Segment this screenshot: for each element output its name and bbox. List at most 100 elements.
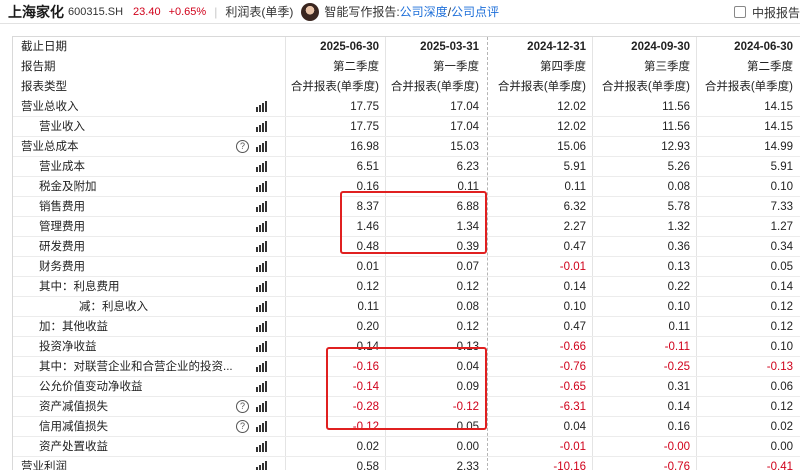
interim-report-toggle[interactable]: 中报报告 <box>733 0 800 24</box>
bar-chart-icon[interactable] <box>255 121 267 133</box>
value-cell: 5.26 <box>667 161 690 173</box>
value-cell: 0.12 <box>456 321 479 333</box>
table-row[interactable]: 资产处置收益 0.02 0.00 -0.01 -0.00 0.00 <box>13 437 800 457</box>
value-cell: 11.56 <box>662 101 690 113</box>
value-cell: 0.10 <box>770 341 793 353</box>
ai-avatar-icon <box>301 2 320 21</box>
header-label: 截止日期 <box>21 41 67 53</box>
value-cell: -0.65 <box>559 381 586 393</box>
bar-chart-icon[interactable] <box>255 261 267 273</box>
row-label: 销售费用 <box>39 201 85 213</box>
value-cell: 0.34 <box>770 241 793 253</box>
row-label: 税金及附加 <box>39 181 97 193</box>
highlight-box-expenses <box>340 191 487 254</box>
stock-code: 600315.SH <box>68 5 124 18</box>
review-report-link[interactable]: 公司点评 <box>451 3 499 20</box>
header-cell: 第二季度 <box>747 61 793 73</box>
table-row[interactable]: 财务费用 0.01 0.07 -0.01 0.13 0.05 <box>13 257 800 277</box>
header-row: 报表类型 合并报表(单季度) 合并报表(单季度) 合并报表(单季度) 合并报表(单季度)… <box>13 77 800 97</box>
bar-chart-icon[interactable] <box>255 101 267 113</box>
row-label: 财务费用 <box>39 261 85 273</box>
value-cell: 0.06 <box>770 381 793 393</box>
value-cell: 0.02 <box>770 421 793 433</box>
bar-chart-icon[interactable] <box>255 461 267 470</box>
value-cell: -6.31 <box>559 401 586 413</box>
value-cell: 0.12 <box>356 281 379 293</box>
value-cell: -0.00 <box>663 441 690 453</box>
bar-chart-icon[interactable] <box>255 381 267 393</box>
bar-chart-icon[interactable] <box>255 301 267 313</box>
row-label: 营业利润 <box>21 461 67 470</box>
header-cell: 合并报表(单季度) <box>390 81 479 93</box>
bar-chart-icon[interactable] <box>255 321 267 333</box>
bar-chart-icon[interactable] <box>255 201 267 213</box>
help-icon[interactable]: ? <box>236 420 249 433</box>
table-row[interactable]: 加：其他收益 0.20 0.12 0.47 0.11 0.12 <box>13 317 800 337</box>
value-cell: 0.10 <box>667 301 690 313</box>
value-cell: 1.32 <box>667 221 690 233</box>
value-cell: 5.78 <box>667 201 690 213</box>
value-cell: 0.00 <box>456 441 479 453</box>
bar-chart-icon[interactable] <box>255 221 267 233</box>
header-cell: 第一季度 <box>433 61 479 73</box>
row-label: 其中：对联营企业和合营企业的投资... <box>39 361 233 373</box>
table-row[interactable]: 营业利润 0.58 2.33 -10.16 -0.76 -0.41 <box>13 457 800 470</box>
value-cell: 15.03 <box>450 141 479 153</box>
value-cell: 5.91 <box>770 161 793 173</box>
table-row[interactable]: 营业总成本? 16.98 15.03 15.06 12.93 14.99 <box>13 137 800 157</box>
value-cell: 0.11 <box>668 321 690 333</box>
value-cell: 1.27 <box>770 221 793 233</box>
stock-price: 23.40 <box>133 5 161 18</box>
deep-report-link[interactable]: 公司深度 <box>400 3 448 20</box>
row-label: 加：其他收益 <box>39 321 108 333</box>
header-cell: 合并报表(单季度) <box>497 81 586 93</box>
table-row[interactable]: 营业成本 6.51 6.23 5.91 5.26 5.91 <box>13 157 800 177</box>
value-cell: 14.15 <box>764 101 793 113</box>
bar-chart-icon[interactable] <box>255 241 267 253</box>
bar-chart-icon[interactable] <box>255 141 267 153</box>
header-cell: 2024-12-31 <box>527 41 586 53</box>
table-row[interactable]: 其中：利息费用 0.12 0.12 0.14 0.22 0.14 <box>13 277 800 297</box>
row-label: 营业总成本 <box>21 141 79 153</box>
value-cell: 6.51 <box>356 161 379 173</box>
bar-chart-icon[interactable] <box>255 421 267 433</box>
value-cell: -0.13 <box>766 361 793 373</box>
checkbox-icon[interactable] <box>733 6 746 18</box>
bar-chart-icon[interactable] <box>255 401 267 413</box>
bar-chart-icon[interactable] <box>255 341 267 353</box>
help-icon[interactable]: ? <box>236 400 249 413</box>
value-cell: 6.32 <box>563 201 586 213</box>
price-change: +0.65% <box>168 5 207 18</box>
header-cell: 第二季度 <box>333 61 379 73</box>
bar-chart-icon[interactable] <box>255 181 267 193</box>
value-cell: 0.31 <box>667 381 690 393</box>
help-icon[interactable]: ? <box>236 140 249 153</box>
value-cell: 2.33 <box>456 461 479 470</box>
row-label: 投资净收益 <box>39 341 97 353</box>
quote-header: 上海家化 600315.SH 23.40 +0.65% | 利润表(单季) 智能… <box>0 0 800 24</box>
table-row[interactable]: 营业收入 17.75 17.04 12.02 11.56 14.15 <box>13 117 800 137</box>
interim-report-label: 中报报告 <box>751 5 800 20</box>
value-cell: 0.14 <box>667 401 690 413</box>
header-cell: 2024-06-30 <box>734 41 793 53</box>
value-cell: 14.99 <box>764 141 793 153</box>
value-cell: 0.58 <box>356 461 379 470</box>
bar-chart-icon[interactable] <box>255 441 267 453</box>
bar-chart-icon[interactable] <box>255 281 267 293</box>
highlight-box-losses <box>326 347 487 430</box>
bar-chart-icon[interactable] <box>255 161 267 173</box>
value-cell: -0.01 <box>559 261 586 273</box>
header-cell: 合并报表(单季度) <box>601 81 690 93</box>
row-label: 信用减值损失 <box>39 421 108 433</box>
value-cell: 14.15 <box>764 121 793 133</box>
value-cell: 0.13 <box>667 261 690 273</box>
value-cell: -0.25 <box>663 361 690 373</box>
table-row[interactable]: 营业总收入 17.75 17.04 12.02 11.56 14.15 <box>13 97 800 117</box>
value-cell: 12.02 <box>557 101 586 113</box>
table-row[interactable]: 减：利息收入 0.11 0.08 0.10 0.10 0.12 <box>13 297 800 317</box>
bar-chart-icon[interactable] <box>255 361 267 373</box>
value-cell: 17.04 <box>450 121 479 133</box>
value-cell: -0.41 <box>766 461 793 470</box>
value-cell: 0.22 <box>667 281 690 293</box>
value-cell: -10.16 <box>553 461 586 470</box>
